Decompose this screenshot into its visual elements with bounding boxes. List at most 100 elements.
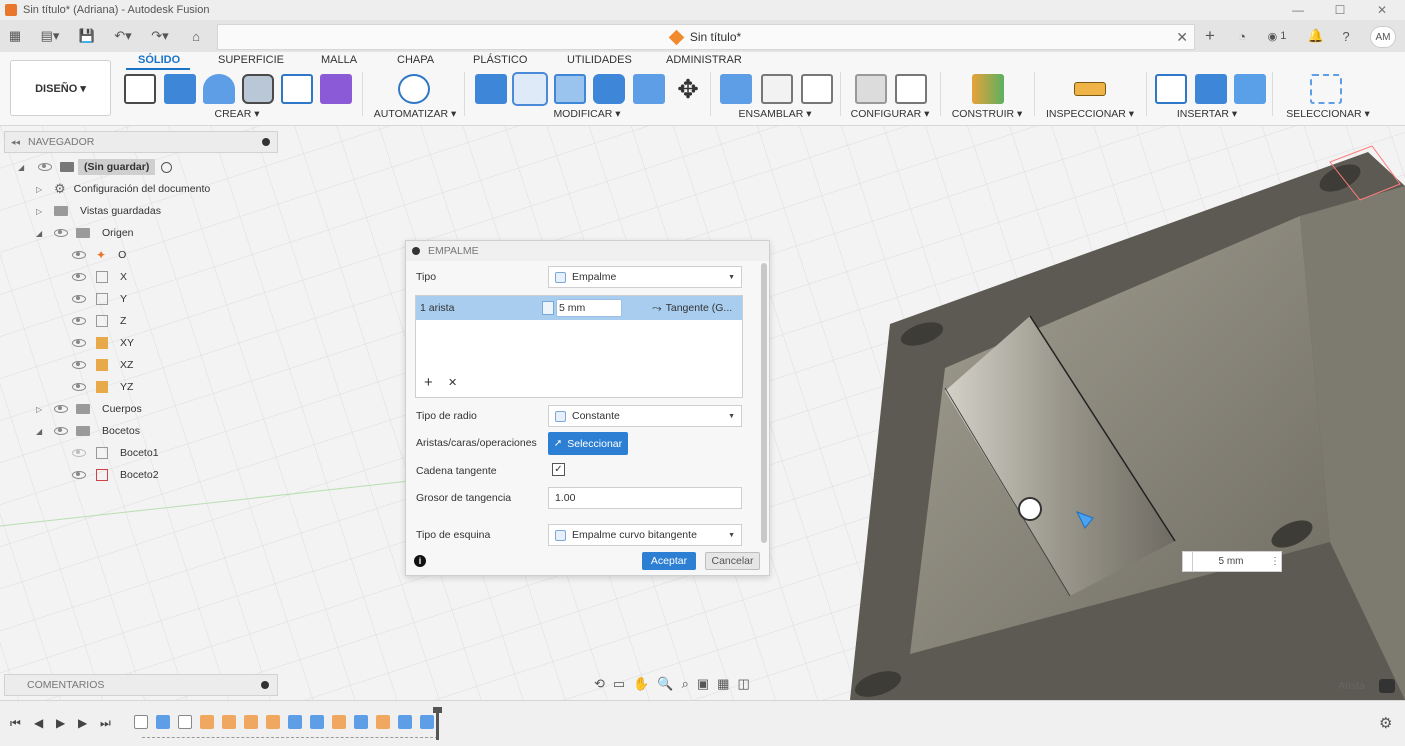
- automate-icon[interactable]: [398, 74, 430, 104]
- group-automatizar[interactable]: AUTOMATIZAR ▾: [370, 108, 460, 120]
- chamfer-icon[interactable]: [554, 74, 586, 104]
- step-back-icon[interactable]: ◀: [34, 716, 43, 730]
- job-status-icon[interactable]: ◔: [1232, 26, 1252, 46]
- visibility-eye-icon[interactable]: [72, 361, 86, 369]
- group-crear[interactable]: CREAR ▾: [205, 108, 269, 120]
- tree-item-sketch1[interactable]: Boceto1: [72, 442, 159, 464]
- browser-header[interactable]: ◂◂ NAVEGADOR: [4, 131, 278, 153]
- add-edge-button[interactable]: +: [424, 374, 433, 391]
- fillet-icon[interactable]: [512, 72, 548, 106]
- visibility-eye-icon[interactable]: [54, 427, 68, 435]
- visibility-eye-icon[interactable]: [38, 163, 52, 171]
- select-icon[interactable]: [1310, 74, 1342, 104]
- select-edges-button[interactable]: ➚ Seleccionar: [548, 432, 628, 455]
- tree-item-bodies[interactable]: ▷ Cuerpos: [36, 398, 142, 420]
- tree-item-sketch2[interactable]: Boceto2: [72, 464, 159, 486]
- bell-icon[interactable]: 🔔: [1306, 26, 1326, 46]
- tree-item-axis-y[interactable]: Y: [72, 288, 127, 310]
- shell-icon[interactable]: [242, 74, 274, 104]
- timeline-feature[interactable]: [398, 715, 412, 729]
- tree-item-plane-xz[interactable]: XZ: [72, 354, 133, 376]
- group-seleccionar[interactable]: SELECCIONAR ▾: [1280, 108, 1376, 120]
- tree-item-sketches[interactable]: ◢ Bocetos: [36, 420, 140, 442]
- look-at-icon[interactable]: ▭: [613, 676, 625, 692]
- configuration-table-icon[interactable]: [895, 74, 927, 104]
- step-forward-icon[interactable]: ▶: [78, 716, 87, 730]
- tree-item-plane-xy[interactable]: XY: [72, 332, 134, 354]
- zoom-icon[interactable]: 🔍: [657, 676, 673, 692]
- accept-button[interactable]: Aceptar: [642, 552, 696, 570]
- tab-utilidades[interactable]: UTILIDADES: [567, 54, 632, 66]
- file-menu-icon[interactable]: ▤▾: [36, 26, 64, 46]
- workspace-dropdown[interactable]: DISEÑO ▾: [10, 60, 111, 116]
- combine-icon[interactable]: [593, 74, 625, 104]
- timeline-settings-gear-icon[interactable]: ⚙: [1379, 714, 1392, 732]
- tree-item-plane-yz[interactable]: YZ: [72, 376, 133, 398]
- new-component-icon[interactable]: [720, 74, 752, 104]
- tree-item-axis-x[interactable]: X: [72, 266, 127, 288]
- offset-plane-icon[interactable]: [972, 74, 1004, 104]
- visibility-eye-icon[interactable]: [72, 251, 86, 259]
- radius-type-dropdown[interactable]: Constante ▼: [548, 405, 742, 427]
- visibility-eye-icon[interactable]: [72, 471, 86, 479]
- configure-icon[interactable]: [855, 74, 887, 104]
- more-options-icon[interactable]: ⋮: [1269, 556, 1281, 567]
- remove-edge-button[interactable]: ✕: [448, 376, 457, 389]
- visibility-eye-icon[interactable]: [72, 383, 86, 391]
- minimize-button[interactable]: —: [1278, 0, 1318, 20]
- radius-input[interactable]: 5 mm: [556, 299, 622, 317]
- corner-type-dropdown[interactable]: Empalme curvo bitangente ▼: [548, 524, 742, 546]
- scale-icon[interactable]: [633, 74, 665, 104]
- visibility-eye-icon[interactable]: [72, 295, 86, 303]
- tree-item-document-settings[interactable]: ▷ ⚙ Configuración del documento: [36, 178, 210, 200]
- save-icon[interactable]: 💾: [78, 26, 96, 46]
- home-icon[interactable]: ⌂: [186, 26, 206, 46]
- visibility-eye-icon[interactable]: [72, 339, 86, 347]
- timeline-sketch-feature[interactable]: [178, 715, 192, 729]
- notification-count[interactable]: ◉ 1: [1262, 26, 1292, 46]
- tree-item-saved-views[interactable]: ▷ Vistas guardadas: [36, 200, 161, 222]
- selected-edge-row[interactable]: 1 arista 5 mm ⤳ Tangente (G...: [416, 296, 742, 320]
- canvas-image-icon[interactable]: [1234, 74, 1266, 104]
- visibility-eye-icon[interactable]: [54, 405, 68, 413]
- tangent-chain-checkbox[interactable]: ✓: [552, 463, 565, 476]
- viewports-icon[interactable]: ◫: [737, 676, 749, 692]
- timeline-feature[interactable]: [332, 715, 346, 729]
- activate-radio-icon[interactable]: [161, 161, 173, 173]
- group-modificar[interactable]: MODIFICAR ▾: [545, 108, 629, 120]
- group-insertar[interactable]: INSERTAR ▾: [1165, 108, 1249, 120]
- measure-icon[interactable]: [1074, 82, 1106, 96]
- visibility-eye-icon[interactable]: [72, 449, 86, 457]
- group-configurar[interactable]: CONFIGURAR ▾: [845, 108, 935, 120]
- insert-mcmaster-icon[interactable]: [1195, 74, 1227, 104]
- tab-chapa[interactable]: CHAPA: [397, 54, 434, 66]
- timeline-feature[interactable]: [222, 715, 236, 729]
- tab-superficie[interactable]: SUPERFICIE: [218, 54, 284, 66]
- tree-item-axis-z[interactable]: Z: [72, 310, 126, 332]
- tangency-weight-input[interactable]: 1.00: [548, 487, 742, 509]
- collapse-arrow-icon[interactable]: ◢: [36, 229, 46, 238]
- revolve-icon[interactable]: [203, 74, 235, 104]
- display-settings-icon[interactable]: [1379, 679, 1395, 693]
- group-ensamblar[interactable]: ENSAMBLAR ▾: [730, 108, 820, 120]
- extrude-icon[interactable]: [164, 74, 196, 104]
- orbit-icon[interactable]: ⟲: [594, 676, 605, 692]
- timeline-feature[interactable]: [310, 715, 324, 729]
- document-tab[interactable]: Sin título* ✕: [217, 24, 1195, 50]
- collapse-arrow-icon[interactable]: ◢: [18, 163, 28, 172]
- radius-dimension-input[interactable]: 5 mm ⋮: [1182, 551, 1282, 572]
- timeline-extrude-feature[interactable]: [156, 715, 170, 729]
- visibility-eye-icon[interactable]: [72, 273, 86, 281]
- play-icon[interactable]: ▶: [56, 716, 65, 730]
- timeline-feature[interactable]: [354, 715, 368, 729]
- close-window-button[interactable]: ✕: [1362, 0, 1402, 20]
- expand-arrow-icon[interactable]: ▷: [36, 405, 46, 414]
- tab-solido[interactable]: SÓLIDO: [138, 54, 180, 66]
- cancel-button[interactable]: Cancelar: [705, 552, 760, 570]
- tree-root[interactable]: ◢ (Sin guardar): [18, 156, 173, 178]
- pin-icon[interactable]: [262, 138, 270, 146]
- timeline-feature[interactable]: [244, 715, 258, 729]
- go-to-start-icon[interactable]: ⏮: [10, 716, 21, 731]
- type-dropdown[interactable]: Empalme ▼: [548, 266, 742, 288]
- construction-plane-icon[interactable]: [281, 74, 313, 104]
